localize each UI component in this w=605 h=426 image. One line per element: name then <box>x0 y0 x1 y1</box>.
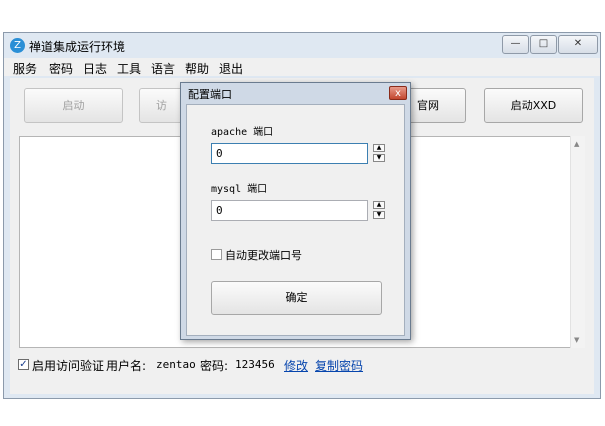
apache-port-label: apache 端口 <box>211 127 274 138</box>
window-title: 禅道集成运行环境 <box>29 40 126 54</box>
menu-item-service[interactable]: 服务 <box>13 60 37 77</box>
minimize-button[interactable]: — <box>502 35 529 54</box>
config-port-dialog: 配置端口 x apache 端口 0 ▲ ▼ mysql 端口 0 ▲ ▼ 自动… <box>180 82 411 340</box>
apache-spin-up-icon[interactable]: ▲ <box>373 144 385 152</box>
close-button[interactable]: ✕ <box>558 35 598 54</box>
log-scrollbar[interactable]: ▲ ▼ <box>570 136 585 348</box>
username-value: zentao <box>156 358 196 371</box>
dialog-body: apache 端口 0 ▲ ▼ mysql 端口 0 ▲ ▼ 自动更改端口号 确… <box>186 104 405 336</box>
menu-item-help[interactable]: 帮助 <box>185 60 209 77</box>
enable-auth-label: 启用访问验证 <box>32 359 105 373</box>
menu-item-log[interactable]: 日志 <box>83 60 107 77</box>
modify-link[interactable]: 修改 <box>284 357 308 374</box>
password-label: 密码: <box>200 359 229 373</box>
menu-item-tools[interactable]: 工具 <box>117 60 141 77</box>
auto-change-port-checkbox[interactable] <box>211 249 222 260</box>
password-value: 123456 <box>235 358 275 371</box>
menu-item-language[interactable]: 语言 <box>151 60 175 77</box>
visit-button[interactable]: 访 <box>139 88 184 123</box>
menu-item-password[interactable]: 密码 <box>49 60 73 77</box>
auto-change-port-label: 自动更改端口号 <box>225 249 302 262</box>
scroll-down-icon[interactable]: ▼ <box>574 336 579 344</box>
username-label: 用户名: <box>106 359 147 373</box>
dialog-title: 配置端口 <box>188 88 232 101</box>
mysql-spin-up-icon[interactable]: ▲ <box>373 201 385 209</box>
start-xxd-button[interactable]: 启动XXD <box>484 88 583 123</box>
title-bar: Z 禅道集成运行环境 — □ ✕ <box>4 33 600 57</box>
mysql-spin-down-icon[interactable]: ▼ <box>373 211 385 219</box>
copy-password-link[interactable]: 复制密码 <box>315 357 363 374</box>
scroll-up-icon[interactable]: ▲ <box>574 140 579 148</box>
apache-port-input[interactable]: 0 <box>211 143 368 164</box>
mysql-port-input[interactable]: 0 <box>211 200 368 221</box>
apache-spin-down-icon[interactable]: ▼ <box>373 154 385 162</box>
menu-bar: 服务 密码 日志 工具 语言 帮助 退出 <box>4 58 600 76</box>
enable-auth-checkbox[interactable]: ✓ <box>18 359 29 370</box>
start-button[interactable]: 启动 <box>24 88 123 123</box>
mysql-port-label: mysql 端口 <box>211 184 268 195</box>
maximize-button[interactable]: □ <box>530 35 557 54</box>
confirm-button[interactable]: 确定 <box>211 281 382 315</box>
app-logo-icon: Z <box>10 38 25 53</box>
dialog-close-button[interactable]: x <box>389 86 407 100</box>
menu-item-exit[interactable]: 退出 <box>219 60 243 77</box>
